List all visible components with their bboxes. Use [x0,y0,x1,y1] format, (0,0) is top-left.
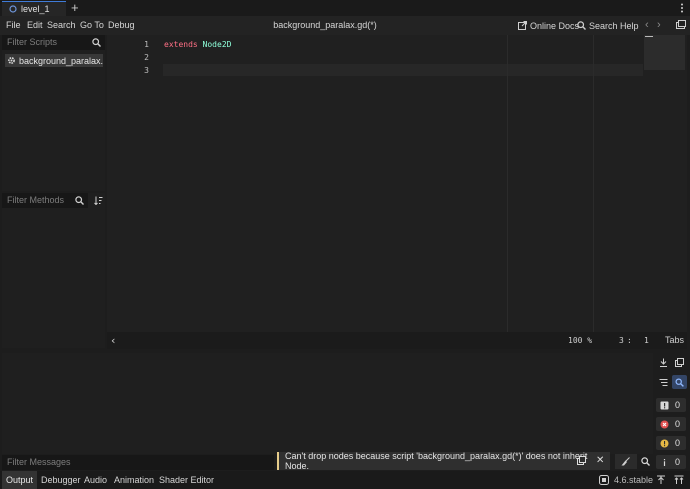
info-icon [660,458,669,467]
pin-panel-icon[interactable] [656,475,666,485]
output-log[interactable] [2,353,653,454]
zoom-level[interactable]: 100 % [568,332,592,349]
warnings-count: 0 [675,438,681,448]
code-line-1: extends Node2D [164,40,231,49]
search-icon [75,196,84,205]
error-icon [660,420,669,429]
scene-circle-icon [9,5,17,13]
cursor-column: 1 [644,336,649,345]
methods-panel: Filter Methods [2,193,105,348]
scene-tab-level-1[interactable]: level_1 [2,1,66,16]
search-icon [92,38,101,47]
gear-icon [7,56,16,65]
history-back-icon[interactable]: ‹ [645,20,649,31]
info-count-button[interactable]: 0 [656,455,686,469]
line-number: 3 [144,66,149,75]
toast-close-icon[interactable]: ✕ [596,455,604,466]
errors-count-button[interactable]: 0 [656,417,686,431]
filter-messages-input[interactable]: Filter Messages [2,455,274,470]
bottom-tab-debugger[interactable]: Debugger [37,471,85,489]
minimap-code-line [645,36,653,37]
line-number: 1 [144,40,149,49]
scroll-to-bottom-icon[interactable] [656,355,671,369]
toggle-panels-icon[interactable] [676,20,686,30]
errors-count: 0 [675,419,681,429]
copy-output-icon[interactable] [672,355,687,369]
external-link-icon [518,21,527,30]
editor-layout-icon[interactable] [599,475,609,485]
online-docs-label: Online Docs [530,20,580,31]
messages-count-button[interactable]: 0 [656,398,686,412]
indent-mode[interactable]: Tabs [665,332,684,349]
search-help-icon [577,21,586,30]
filter-messages-placeholder: Filter Messages [7,457,71,467]
code-keyword: extends [164,40,198,49]
scene-tab-bar [0,0,690,16]
code-type: Node2D [202,40,232,49]
engine-version: 4.6.stable [614,475,654,485]
minimap[interactable] [644,35,685,70]
add-tab-button[interactable]: + [71,1,83,15]
search-help-label: Search Help [589,20,639,31]
line-length-guide [507,35,508,332]
toast-message: Can't drop nodes because script 'backgro… [285,451,588,471]
sort-icon[interactable] [94,196,103,205]
script-list-item[interactable]: background_paralax.g... [5,54,103,67]
code-editor[interactable] [107,35,687,332]
info-count: 0 [675,457,681,467]
bottom-tab-shader-editor[interactable]: Shader Editor [155,471,218,489]
script-item-label: background_paralax.g... [19,55,103,66]
output-search-icon[interactable] [641,457,650,466]
search-help-button[interactable]: Search Help [577,16,639,35]
cursor-separator: : [627,336,632,345]
clear-output-button[interactable] [615,454,637,469]
message-filter-options-icon[interactable] [656,375,671,389]
expand-panel-icon[interactable] [674,475,684,485]
message-icon [660,401,669,410]
filter-methods-placeholder: Filter Methods [7,195,65,205]
cursor-line: 3 [619,336,624,345]
warning-icon [660,439,669,448]
history-forward-icon[interactable]: › [657,20,661,31]
bottom-tab-animation[interactable]: Animation [110,471,158,489]
online-docs-button[interactable]: Online Docs [518,16,579,35]
editor-status-bar [107,332,687,349]
bottom-tab-audio[interactable]: Audio [80,471,111,489]
filter-scripts-input[interactable]: Filter Scripts [2,35,105,50]
messages-count: 0 [675,400,681,410]
line-number: 2 [144,53,149,62]
toast-copy-icon[interactable] [577,456,586,465]
scene-tab-label: level_1 [21,4,50,14]
filter-scripts-placeholder: Filter Scripts [7,37,58,47]
line-length-guide [593,35,594,332]
warnings-count-button[interactable]: 0 [656,436,686,450]
toast-notification: Can't drop nodes because script 'backgro… [277,451,610,471]
filter-methods-input[interactable]: Filter Methods [2,193,88,208]
kebab-menu-icon[interactable] [678,3,686,13]
toggle-search-icon[interactable] [672,375,687,389]
broom-icon [621,457,631,466]
current-line-highlight [163,64,643,76]
toggle-scripts-panel-icon[interactable]: ‹ [110,332,117,349]
bottom-tab-output[interactable]: Output [2,471,38,489]
